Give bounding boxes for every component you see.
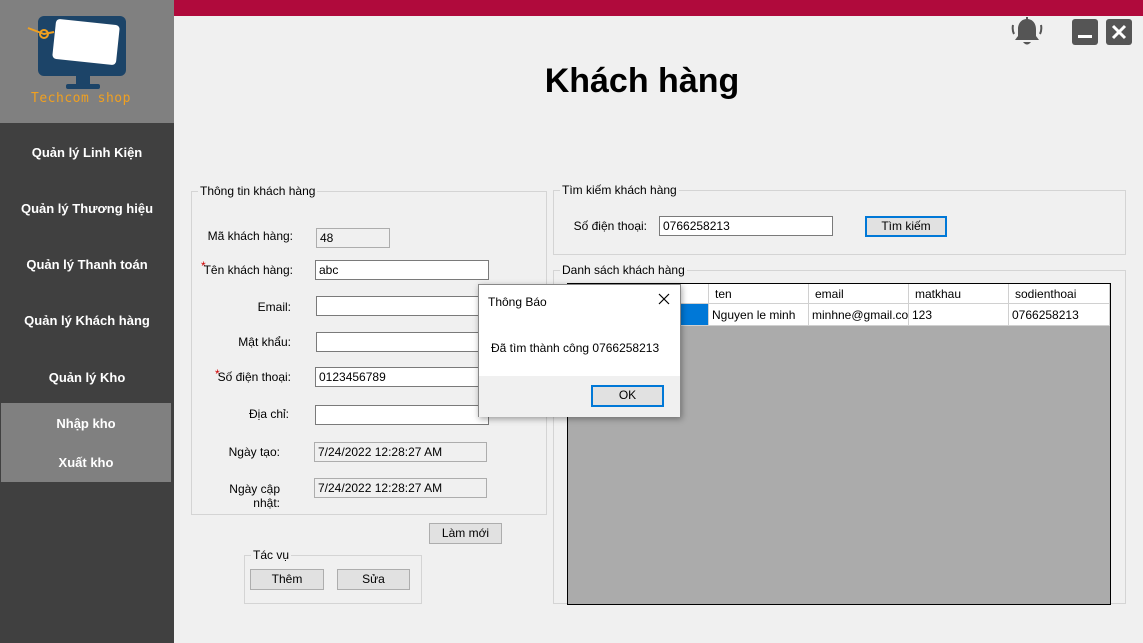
customer-info-group-title: Thông tin khách hàng (198, 184, 318, 198)
sidebar-item-linh-kien[interactable]: Quản lý Linh Kiện (0, 145, 174, 160)
minimize-icon (1078, 35, 1092, 38)
grid-cell-email[interactable]: minhne@gmail.com (809, 304, 909, 326)
search-phone-input[interactable]: 0766258213 (659, 216, 833, 236)
created-date-label: Ngày tạo: (228, 445, 280, 459)
search-button[interactable]: Tìm kiếm (865, 216, 947, 237)
grid-header-ten[interactable]: ten (709, 284, 809, 304)
search-group-title: Tìm kiếm khách hàng (560, 183, 679, 197)
address-input[interactable] (315, 405, 489, 425)
customer-name-label: Tên khách hàng: (203, 263, 293, 277)
sidebar-subitem-nhap-kho[interactable]: Nhập kho (1, 416, 171, 431)
email-input[interactable] (316, 296, 490, 316)
dialog-ok-button[interactable]: OK (591, 385, 664, 407)
close-button[interactable] (1106, 19, 1132, 45)
customer-id-field: 48 (316, 228, 390, 248)
password-input[interactable] (316, 332, 490, 352)
actions-group-title: Tác vụ (251, 548, 292, 562)
sidebar-item-thanh-toan[interactable]: Quản lý Thanh toán (0, 257, 174, 272)
dialog-title: Thông Báo (488, 295, 547, 309)
phone-label: Số điện thoại: (217, 370, 291, 384)
sidebar-item-kho[interactable]: Quản lý Kho (0, 370, 174, 385)
search-phone-label: Số điện thoại: (573, 219, 647, 233)
minimize-button[interactable] (1072, 19, 1098, 45)
created-date-field: 7/24/2022 12:28:27 AM (314, 442, 487, 462)
grid-cell-matkhau[interactable]: 123 (909, 304, 1009, 326)
address-label: Địa chỉ: (248, 407, 289, 421)
add-button[interactable]: Thêm (250, 569, 324, 590)
grid-header-sodienthoai[interactable]: sodienthoai (1009, 284, 1110, 304)
updated-date-label: Ngày cập nhật: (229, 482, 280, 510)
logo-text: Techcom shop (31, 91, 131, 106)
sidebar-item-khach-hang[interactable]: Quản lý Khách hàng (0, 313, 174, 328)
grid-cell-ten[interactable]: Nguyen le minh (709, 304, 809, 326)
customer-list-group-title: Danh sách khách hàng (560, 263, 687, 277)
logo-monitor-icon (27, 16, 126, 89)
customer-id-label: Mã khách hàng: (207, 229, 293, 243)
dialog-footer: OK (479, 376, 680, 417)
password-label: Mật khẩu: (238, 335, 291, 349)
bell-icon[interactable] (1011, 17, 1043, 47)
grid-header-matkhau[interactable]: matkhau (909, 284, 1009, 304)
updated-date-field: 7/24/2022 12:28:27 AM (314, 478, 487, 498)
dialog-message: Đã tìm thành công 0766258213 (491, 341, 660, 355)
sidebar: Techcom shop Quản lý Linh Kiện Quản lý T… (0, 0, 174, 643)
top-bar (174, 0, 1143, 16)
message-dialog: Thông Báo Đã tìm thành công 0766258213 O… (478, 284, 681, 417)
sidebar-item-thuong-hieu[interactable]: Quản lý Thương hiệu (0, 201, 174, 216)
phone-input[interactable]: 0123456789 (315, 367, 489, 387)
sidebar-submenu-kho: Nhập kho Xuất kho (1, 403, 171, 482)
email-label: Email: (257, 300, 291, 314)
sidebar-subitem-xuat-kho[interactable]: Xuất kho (1, 455, 171, 470)
refresh-button[interactable]: Làm mới (429, 523, 502, 544)
close-icon (1111, 24, 1127, 40)
logo-area: Techcom shop (0, 0, 174, 123)
dialog-close-icon[interactable] (656, 291, 672, 307)
customer-name-input[interactable]: abc (315, 260, 489, 280)
grid-header-email[interactable]: email (809, 284, 909, 304)
edit-button[interactable]: Sửa (337, 569, 410, 590)
grid-cell-sodienthoai[interactable]: 0766258213 (1009, 304, 1110, 326)
page-title: Khách hàng (544, 62, 740, 100)
